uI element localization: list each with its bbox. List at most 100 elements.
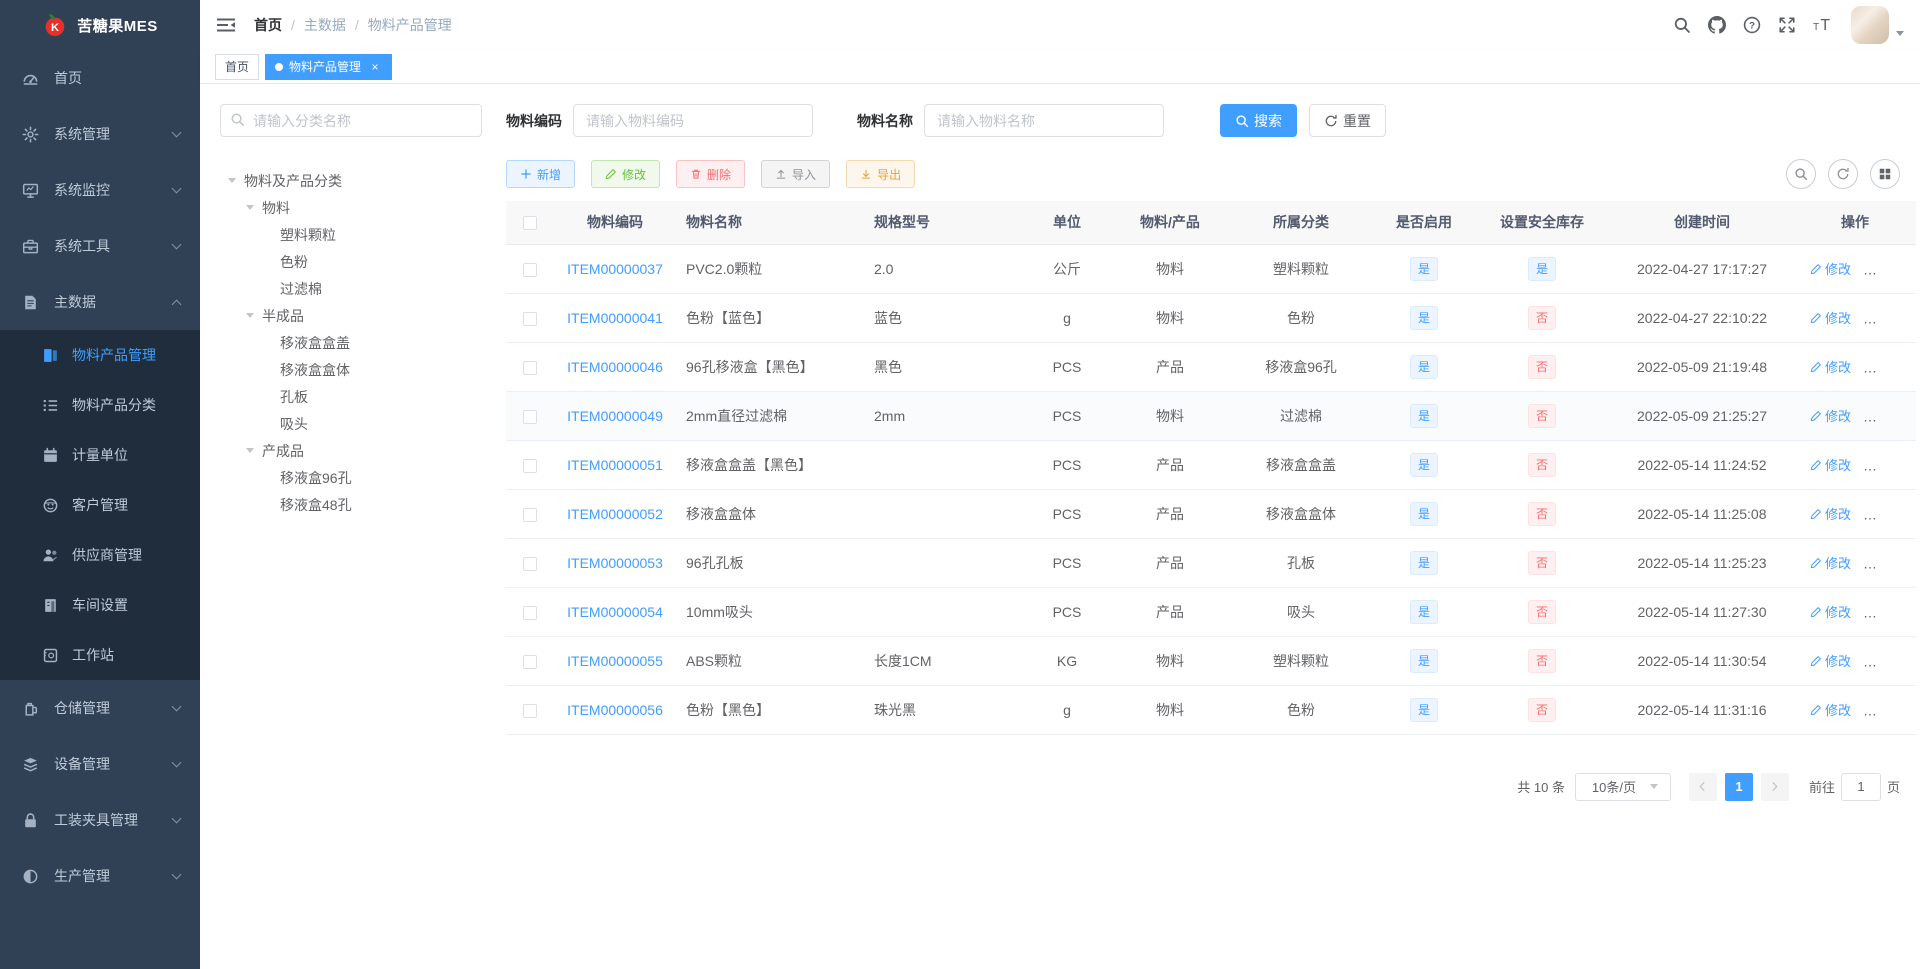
caret-down-icon[interactable] [228,178,244,183]
material-code-link[interactable]: ITEM00000046 [567,359,663,375]
row-edit-link[interactable]: 修改 [1810,259,1851,278]
sidebar-item-supplier-management[interactable]: 供应商管理 [0,530,200,580]
goto-page-input[interactable] [1840,772,1881,801]
sidebar-item-material-product-management[interactable]: 物料产品管理 [0,330,200,380]
tree-node[interactable]: 吸头 [220,410,482,437]
material-name-input[interactable] [924,104,1164,137]
row-checkbox[interactable] [523,458,537,473]
edit-button[interactable]: 修改 [591,160,661,188]
page-number-button[interactable]: 1 [1724,772,1753,801]
tab-material-product-management[interactable]: 物料产品管理 × [265,53,393,80]
tree-node[interactable]: 移液盒盒体 [220,356,482,383]
sidebar-item-system-monitoring[interactable]: 系统监控 [0,162,200,218]
avatar[interactable] [1851,6,1889,44]
row-checkbox[interactable] [523,556,537,571]
column-settings-button[interactable] [1870,159,1900,189]
row-edit-link[interactable]: 修改 [1810,700,1851,719]
import-button[interactable]: 导入 [761,160,831,188]
material-code-input[interactable] [573,104,813,137]
export-button[interactable]: 导出 [846,160,916,188]
category-search-input[interactable] [220,104,482,137]
next-page-button[interactable] [1760,772,1789,801]
sidebar-item-warehouse-management[interactable]: 仓储管理 [0,680,200,736]
material-code-link[interactable]: ITEM00000053 [567,555,663,571]
workstation-icon [42,647,59,664]
select-all-checkbox[interactable] [523,216,537,231]
sidebar-item-workshop-settings[interactable]: 车间设置 [0,580,200,630]
row-edit-label: 修改 [1825,360,1852,375]
reset-button[interactable]: 重置 [1309,104,1386,137]
enabled-badge: 是 [1409,599,1438,624]
add-button[interactable]: 新增 [506,160,576,188]
search-icon[interactable] [1673,16,1691,34]
prev-page-button[interactable] [1688,772,1717,801]
material-code-link[interactable]: ITEM00000049 [567,408,663,424]
row-checkbox[interactable] [523,360,537,375]
material-code-link[interactable]: ITEM00000056 [567,702,663,718]
show-search-button[interactable] [1786,159,1816,189]
sidebar-item-master-data[interactable]: 主数据 [0,274,200,330]
search-button[interactable]: 搜索 [1220,104,1297,137]
row-checkbox[interactable] [523,507,537,522]
caret-down-icon[interactable] [246,205,262,210]
row-edit-link[interactable]: 修改 [1810,406,1851,425]
tree-node[interactable]: 物料 [220,194,482,221]
tree-node[interactable]: 孔板 [220,383,482,410]
sidebar-item-home[interactable]: 首页 [0,50,200,106]
material-code-link[interactable]: ITEM00000037 [567,261,663,277]
tree-node[interactable]: 移液盒48孔 [220,491,482,518]
sidebar-item-production-management[interactable]: 生产管理 [0,848,200,904]
fullscreen-icon[interactable] [1778,16,1796,34]
breadcrumb-master-data-link[interactable]: 主数据 [304,15,346,35]
row-checkbox[interactable] [523,409,537,424]
row-edit-link[interactable]: 修改 [1810,602,1851,621]
tree-node[interactable]: 半成品 [220,302,482,329]
close-icon[interactable]: × [368,60,382,74]
sidebar-item-fixture-management[interactable]: 工装夹具管理 [0,792,200,848]
sidebar-item-material-product-category[interactable]: 物料产品分类 [0,380,200,430]
sidebar-collapse-icon[interactable] [216,16,236,34]
app-logo[interactable]: K 苦糖果MES [0,0,200,50]
caret-down-icon[interactable] [246,313,262,318]
row-checkbox[interactable] [523,262,537,277]
page-size-select[interactable]: 10条/页 [1574,772,1671,801]
row-edit-link[interactable]: 修改 [1810,504,1851,523]
sidebar-item-system-tools[interactable]: 系统工具 [0,218,200,274]
github-icon[interactable] [1708,16,1726,34]
sidebar-item-workstation[interactable]: 工作站 [0,630,200,680]
caret-down-icon[interactable] [1896,30,1904,36]
row-edit-link[interactable]: 修改 [1810,553,1851,572]
tree-node[interactable]: 过滤棉 [220,275,482,302]
material-code-link[interactable]: ITEM00000052 [567,506,663,522]
row-checkbox[interactable] [523,311,537,326]
material-code-link[interactable]: ITEM00000051 [567,457,663,473]
refresh-table-button[interactable] [1828,159,1858,189]
material-code-link[interactable]: ITEM00000054 [567,604,663,620]
font-size-icon[interactable]: TT [1813,16,1831,34]
tree-node[interactable]: 移液盒盒盖 [220,329,482,356]
tree-node[interactable]: 塑料颗粒 [220,221,482,248]
sidebar-item-customer-management[interactable]: 客户管理 [0,480,200,530]
material-code-link[interactable]: ITEM00000055 [567,653,663,669]
sidebar-item-system-management[interactable]: 系统管理 [0,106,200,162]
row-checkbox[interactable] [523,605,537,620]
material-code-link[interactable]: ITEM00000041 [567,310,663,326]
tree-node[interactable]: 物料及产品分类 [220,167,482,194]
tab-home[interactable]: 首页 [215,53,260,80]
breadcrumb-home-link[interactable]: 首页 [254,15,282,35]
tree-node[interactable]: 色粉 [220,248,482,275]
row-checkbox[interactable] [523,703,537,718]
tree-node[interactable]: 移液盒96孔 [220,464,482,491]
help-icon[interactable]: ? [1743,16,1761,34]
caret-down-icon[interactable] [246,448,262,453]
delete-button[interactable]: 删除 [676,160,746,188]
row-edit-link[interactable]: 修改 [1810,357,1851,376]
sidebar-item-equipment-management[interactable]: 设备管理 [0,736,200,792]
row-edit-link[interactable]: 修改 [1810,651,1851,670]
tree-node[interactable]: 产成品 [220,437,482,464]
actions-cell: 修改 删除 [1794,685,1916,735]
row-edit-link[interactable]: 修改 [1810,455,1851,474]
row-checkbox[interactable] [523,654,537,669]
sidebar-item-measurement-unit[interactable]: 计量单位 [0,430,200,480]
row-edit-link[interactable]: 修改 [1810,308,1851,327]
